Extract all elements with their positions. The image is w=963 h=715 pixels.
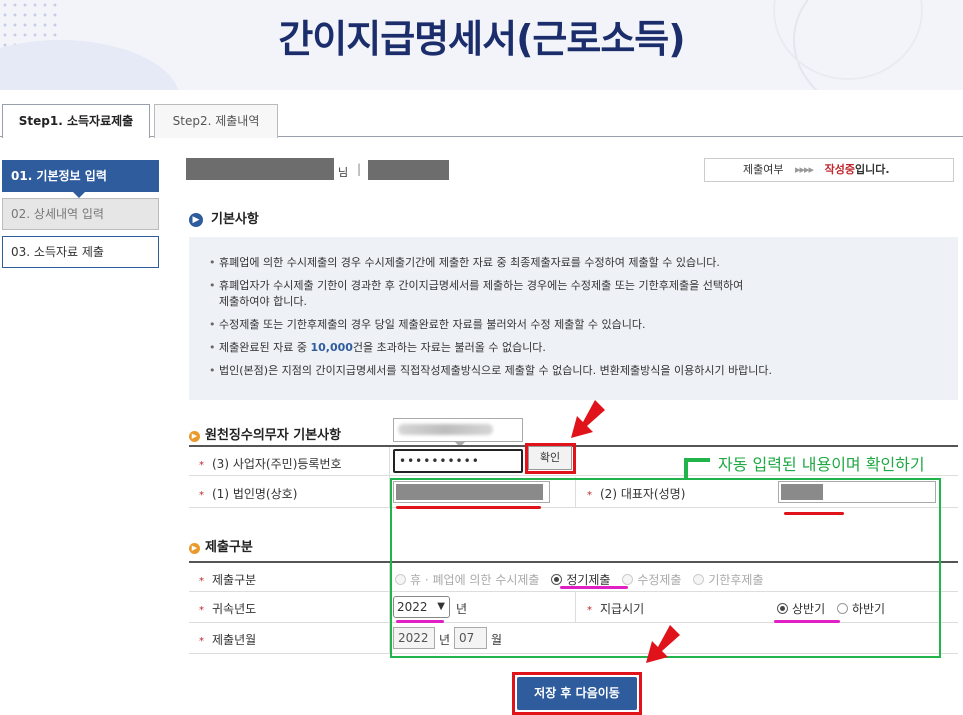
honorific: 님: [338, 166, 349, 179]
notice-item: 수정제출 또는 기한후제출의 경우 당일 제출완료한 자료를 불러와서 수정 제…: [209, 317, 938, 333]
step-tabs: Step1. 소득자료제출 Step2. 제출내역: [0, 104, 963, 138]
status-value: 작성중: [824, 163, 855, 176]
corp-name-label: * (1) 법인명(상호): [199, 487, 298, 501]
step-detail-input[interactable]: 02. 상세내역 입력: [2, 198, 159, 230]
user-bar: 님 | 제출여부 ▸▸▸▸ 작성중입니다.: [186, 158, 956, 182]
status-arrows: ▸▸▸▸: [794, 163, 814, 176]
chevron-right-icon: ▶: [189, 213, 203, 227]
step-menu: 01. 기본정보 입력 02. 상세내역 입력 03. 소득자료 제출: [2, 160, 159, 274]
tab-step2[interactable]: Step2. 제출내역: [154, 104, 278, 138]
save-next-button[interactable]: 저장 후 다음이동: [517, 677, 637, 710]
redacted-name: [186, 158, 334, 180]
notice-item: 제출완료된 자료 중 10,000건을 초과하는 자료는 불러올 수 없습니다.: [209, 340, 938, 356]
page-title: 간이지급명세서(근로소득): [278, 17, 685, 61]
highlight-box: [525, 443, 576, 474]
annotation-text: 자동 입력된 내용이며 확인하기: [718, 455, 925, 474]
notice-item: 법인(본점)은 지점의 간이지급명세서를 직접작성제출방식으로 제출할 수 없습…: [209, 363, 938, 379]
separator: |: [357, 162, 362, 176]
reg-number-input[interactable]: ••••••••••: [393, 449, 523, 473]
red-arrow-icon: [646, 625, 680, 663]
divider: [389, 447, 390, 478]
notice-box: 휴폐업에 의한 수시제출의 경우 수시제출기간에 제출한 자료 중 최종제출자료…: [189, 237, 958, 400]
withholder-section-title: ▶ 원천징수의무자 기본사항: [189, 424, 341, 443]
bullet-icon: ▶: [189, 543, 200, 554]
notice-item: 휴폐업에 의한 수시제출의 경우 수시제출기간에 제출한 자료 중 최종제출자료…: [209, 255, 938, 271]
status-label: 제출여부: [743, 163, 784, 176]
basic-section-title: ▶ 기본사항: [189, 208, 259, 227]
submission-type-label: * 제출구분: [199, 573, 257, 587]
id-tooltip-field: [393, 418, 523, 442]
submission-status: 제출여부 ▸▸▸▸ 작성중입니다.: [704, 158, 954, 182]
red-arrow-icon: [571, 400, 605, 438]
bullet-icon: ▶: [189, 431, 200, 442]
redacted-id: [368, 160, 449, 180]
step-basic-info[interactable]: 01. 기본정보 입력: [2, 160, 159, 198]
header-banner: 간이지급명세서(근로소득): [0, 0, 963, 90]
reg-number-label: * (3) 사업자(주민)등록번호: [199, 457, 342, 471]
step-submit[interactable]: 03. 소득자료 제출: [2, 236, 159, 268]
tab-step1[interactable]: Step1. 소득자료제출: [2, 104, 150, 138]
submit-month-label: * 제출년월: [199, 633, 257, 647]
blurred-text: [398, 424, 493, 435]
notice-item: 휴폐업자가 수시제출 기한이 경과한 후 간이지급명세서를 제출하는 경우에는 …: [209, 278, 938, 310]
year-label: * 귀속년도: [199, 602, 257, 616]
annotation-arrow-icon: [684, 458, 710, 480]
submission-section-title: ▶ 제출구분: [189, 536, 253, 555]
status-suffix: 입니다.: [854, 163, 890, 176]
